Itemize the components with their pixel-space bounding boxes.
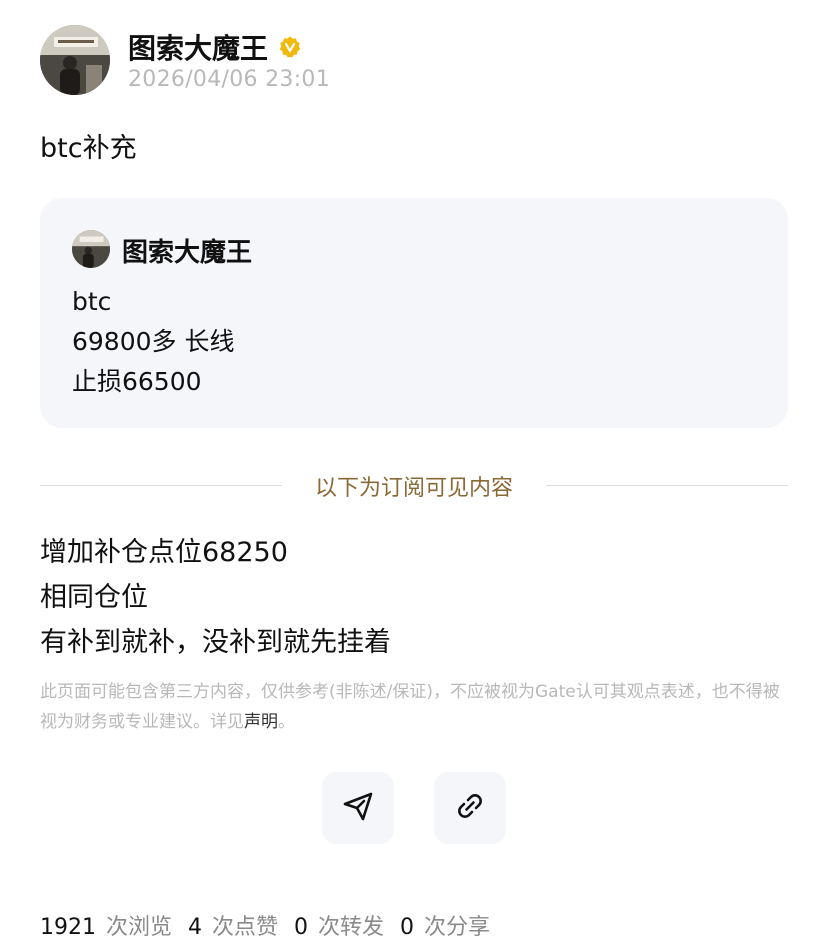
subscriber-content: 增加补仓点位68250 相同仓位 有补到就补，没补到就先挂着 — [40, 530, 391, 665]
author-name-row: 图索大魔王 — [128, 27, 302, 67]
verified-badge-icon — [278, 35, 302, 59]
shares-count: 0 — [400, 915, 415, 940]
quoted-author-name[interactable]: 图索大魔王 — [122, 232, 252, 269]
link-icon — [453, 789, 487, 827]
subscriber-line: 有补到就补，没补到就先挂着 — [40, 627, 391, 658]
post-title: btc补充 — [40, 133, 137, 164]
likes-label: 次点赞 — [212, 915, 279, 940]
share-button[interactable] — [322, 772, 394, 844]
disclaimer-statement-link[interactable]: 声明 — [244, 712, 278, 732]
subscriber-line: 增加补仓点位68250 — [40, 537, 288, 568]
quoted-author-avatar[interactable] — [72, 230, 110, 268]
post-header: 图索大魔王 2026/04/06 23:01 — [40, 25, 800, 95]
disclaimer-suffix: 。 — [278, 712, 295, 732]
author-avatar[interactable] — [40, 25, 110, 95]
divider-line-right — [546, 485, 788, 486]
author-name[interactable]: 图索大魔王 — [128, 27, 268, 67]
disclaimer-text: 此页面可能包含第三方内容，仅供参考(非陈述/保证)，不应被视为Gate认可其观点… — [40, 682, 780, 732]
views-count: 1921 — [40, 915, 96, 940]
send-icon — [340, 788, 376, 828]
quoted-post-card[interactable]: 图索大魔王 btc 69800多 长线 止损66500 — [40, 198, 788, 428]
subscription-divider: 以下为订阅可见内容 — [40, 466, 788, 506]
shares-label: 次分享 — [424, 915, 491, 940]
views-label: 次浏览 — [106, 915, 173, 940]
reposts-label: 次转发 — [318, 915, 385, 940]
likes-count: 4 — [188, 915, 203, 940]
subscriber-line: 相同仓位 — [40, 582, 148, 613]
subscription-divider-label: 以下为订阅可见内容 — [314, 476, 513, 501]
post-timestamp: 2026/04/06 23:01 — [128, 67, 330, 92]
copy-link-button[interactable] — [434, 772, 506, 844]
disclaimer: 此页面可能包含第三方内容，仅供参考(非陈述/保证)，不应被视为Gate认可其观点… — [40, 677, 790, 737]
reposts-count: 0 — [294, 915, 309, 940]
quoted-line: 69800多 长线 — [72, 327, 235, 356]
post-stats: 1921 次浏览 4 次点赞 0 次转发 0 次分享 — [40, 909, 506, 941]
quoted-post-body: btc 69800多 长线 止损66500 — [72, 282, 234, 402]
quoted-line: btc — [72, 287, 112, 316]
quoted-line: 止损66500 — [72, 367, 202, 396]
